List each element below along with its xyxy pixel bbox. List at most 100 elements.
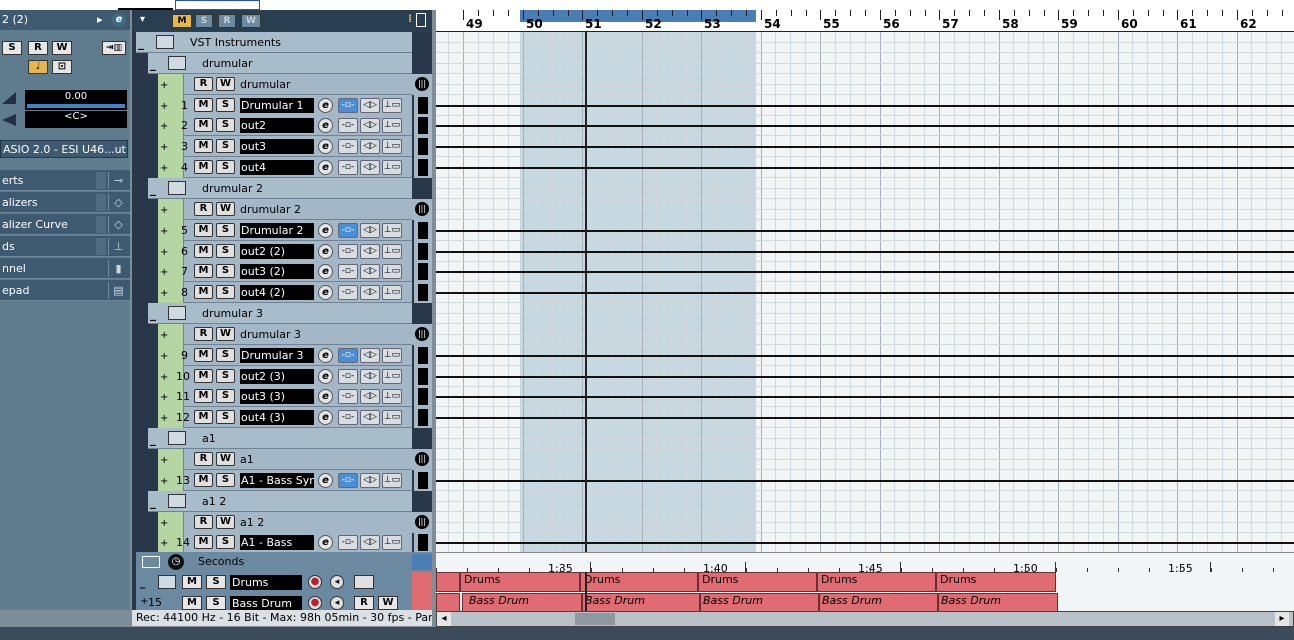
track-row[interactable]: + R Wdrumular 3: [158, 324, 412, 345]
solo-button[interactable]: S: [216, 348, 235, 362]
pan-display[interactable]: <C>: [25, 111, 127, 128]
track-row[interactable]: +1 M S Drumular 1 e -▫- ◁▷ ⊥▭: [158, 95, 412, 116]
send-icon[interactable]: ⊥▭: [382, 160, 402, 175]
insert-icon[interactable]: -▫-: [338, 160, 358, 175]
seconds-track[interactable]: ◷ Seconds: [136, 552, 432, 572]
mute-button[interactable]: M: [194, 139, 213, 153]
solo-button[interactable]: S: [216, 410, 235, 424]
edit-channel-button[interactable]: e: [318, 410, 333, 425]
inspector-section[interactable]: nnel ▮: [0, 258, 130, 279]
record-icon[interactable]: ●: [308, 575, 322, 589]
insert-icon[interactable]: -▫-: [338, 348, 358, 363]
mute-button[interactable]: M: [194, 118, 213, 132]
send-icon[interactable]: ⊥▭: [382, 348, 402, 363]
section-icon[interactable]: ⊥: [108, 238, 128, 255]
folder-track[interactable]: _ drumular 2: [148, 178, 412, 199]
instrument-track-name[interactable]: drumular 2: [240, 203, 301, 216]
read-button[interactable]: R: [194, 452, 213, 466]
expand-icon[interactable]: +: [160, 413, 168, 424]
send-icon[interactable]: ⊥▭: [382, 389, 402, 404]
edit-channel-button[interactable]: e: [318, 244, 333, 259]
part-lanes[interactable]: Drums Drums Drums Drums Drums Bass Drum Bass D…: [436, 572, 1294, 613]
insert-icon[interactable]: -▫-: [338, 118, 358, 133]
audio-track-name[interactable]: out2: [240, 118, 314, 133]
inspector-title-bar[interactable]: 2 (2) ▸ e: [0, 10, 130, 30]
instrument-track-name[interactable]: a1 2: [240, 516, 264, 529]
expand-icon[interactable]: +: [160, 372, 168, 383]
folder-track[interactable]: _ a1: [148, 428, 412, 449]
inspector-write-button[interactable]: W: [52, 41, 72, 55]
folder-track[interactable]: _ a1 2: [148, 491, 412, 512]
read-button[interactable]: R: [194, 515, 213, 529]
mute-button[interactable]: M: [194, 348, 213, 362]
track-row[interactable]: +7 M Sout3 (2) e -▫- ◁▷ ⊥▭: [158, 261, 412, 282]
audio-track-name[interactable]: A1 - Bass Syn: [240, 473, 314, 488]
instrument-track-name[interactable]: drumular 3: [240, 328, 301, 341]
send-icon[interactable]: ⊥▭: [382, 139, 402, 154]
drums-solo-button[interactable]: S: [206, 575, 226, 589]
audio-track-name[interactable]: out3 (2): [240, 264, 314, 279]
mute-button[interactable]: M: [194, 160, 213, 174]
audio-track-name[interactable]: out4 (2): [240, 285, 314, 300]
expand-icon[interactable]: +: [160, 351, 168, 362]
track-row[interactable]: +4 M Sout4 e -▫- ◁▷ ⊥▭: [158, 157, 412, 178]
send-icon[interactable]: ⊥▭: [382, 98, 402, 113]
mute-button[interactable]: M: [194, 410, 213, 424]
solo-button[interactable]: S: [216, 244, 235, 258]
drums-part[interactable]: Drums: [817, 572, 936, 592]
record-icon[interactable]: ●: [308, 596, 322, 610]
edit-channel-button[interactable]: e: [318, 369, 333, 384]
inspector-solo-button[interactable]: S: [2, 41, 22, 55]
solo-button[interactable]: S: [216, 264, 235, 278]
bass-drum-track[interactable]: + 15 M S Bass Drum ● ◂ R W: [136, 593, 432, 611]
scroll-thumb[interactable]: [575, 613, 615, 625]
zoom-icon[interactable]: [416, 13, 426, 27]
read-button[interactable]: R: [194, 77, 213, 91]
drums-part[interactable]: Drums: [936, 572, 1056, 592]
send-icon[interactable]: ⊥▭: [382, 535, 402, 550]
expand-icon[interactable]: +: [160, 163, 168, 174]
bass-write-button[interactable]: W: [378, 596, 398, 610]
send-icon[interactable]: ⊥▭: [382, 410, 402, 425]
track-row[interactable]: + R Wa1 2: [158, 512, 412, 533]
expand-icon[interactable]: +: [160, 288, 168, 299]
monitor-icon[interactable]: ◂: [330, 575, 344, 589]
insert-icon[interactable]: -▫-: [338, 264, 358, 279]
expand-icon[interactable]: +: [160, 142, 168, 153]
edit-instrument-button[interactable]: e: [111, 12, 127, 28]
eq-icon[interactable]: ◁▷: [360, 348, 380, 363]
track-edit-strip[interactable]: +: [158, 199, 184, 220]
track-row[interactable]: + R Wdrumular 2: [158, 199, 412, 220]
track-row[interactable]: +8 M Sout4 (2) e -▫- ◁▷ ⊥▭: [158, 282, 412, 303]
eq-icon[interactable]: ◁▷: [360, 389, 380, 404]
inspector-section[interactable]: alizers ◇: [0, 192, 130, 213]
toolbar-mute-button[interactable]: M: [172, 14, 192, 28]
track-row[interactable]: +12 M Sout4 (3) e -▫- ◁▷ ⊥▭: [158, 407, 412, 428]
section-toggle[interactable]: [96, 194, 106, 211]
bass-read-button[interactable]: R: [354, 596, 374, 610]
edit-channel-button[interactable]: e: [318, 389, 333, 404]
expand-icon[interactable]: +: [160, 226, 168, 237]
track-edit-strip[interactable]: +: [158, 324, 184, 345]
mute-button[interactable]: M: [194, 285, 213, 299]
part-pre-roll[interactable]: [436, 572, 460, 592]
send-icon[interactable]: ⊥▭: [382, 244, 402, 259]
drums-part[interactable]: Drums: [580, 572, 698, 592]
solo-button[interactable]: S: [216, 160, 235, 174]
eq-icon[interactable]: ◁▷: [360, 535, 380, 550]
inspector-section[interactable]: alizer Curve ◇: [0, 214, 130, 235]
audio-track-name[interactable]: out4: [240, 160, 314, 175]
section-icon[interactable]: ◇: [108, 216, 128, 233]
insert-icon[interactable]: -▫-: [338, 369, 358, 384]
track-row[interactable]: +5 M S Drumular 2 e -▫- ◁▷ ⊥▭: [158, 220, 412, 241]
eq-icon[interactable]: ◁▷: [360, 139, 380, 154]
bar-ruler[interactable]: 49 50 51 52 53 54 55 56 57 58 59 60 61 62: [436, 10, 1294, 32]
track-row[interactable]: + R Wdrumular: [158, 74, 412, 95]
toolbar-write-button[interactable]: W: [241, 14, 261, 28]
insert-icon[interactable]: -▫-: [338, 535, 358, 550]
instrument-track-name[interactable]: a1: [240, 453, 254, 466]
edit-channel-button[interactable]: e: [318, 473, 333, 488]
section-icon[interactable]: ◇: [108, 194, 128, 211]
collapse-icon[interactable]: _: [150, 182, 156, 196]
eq-icon[interactable]: ◁▷: [360, 98, 380, 113]
